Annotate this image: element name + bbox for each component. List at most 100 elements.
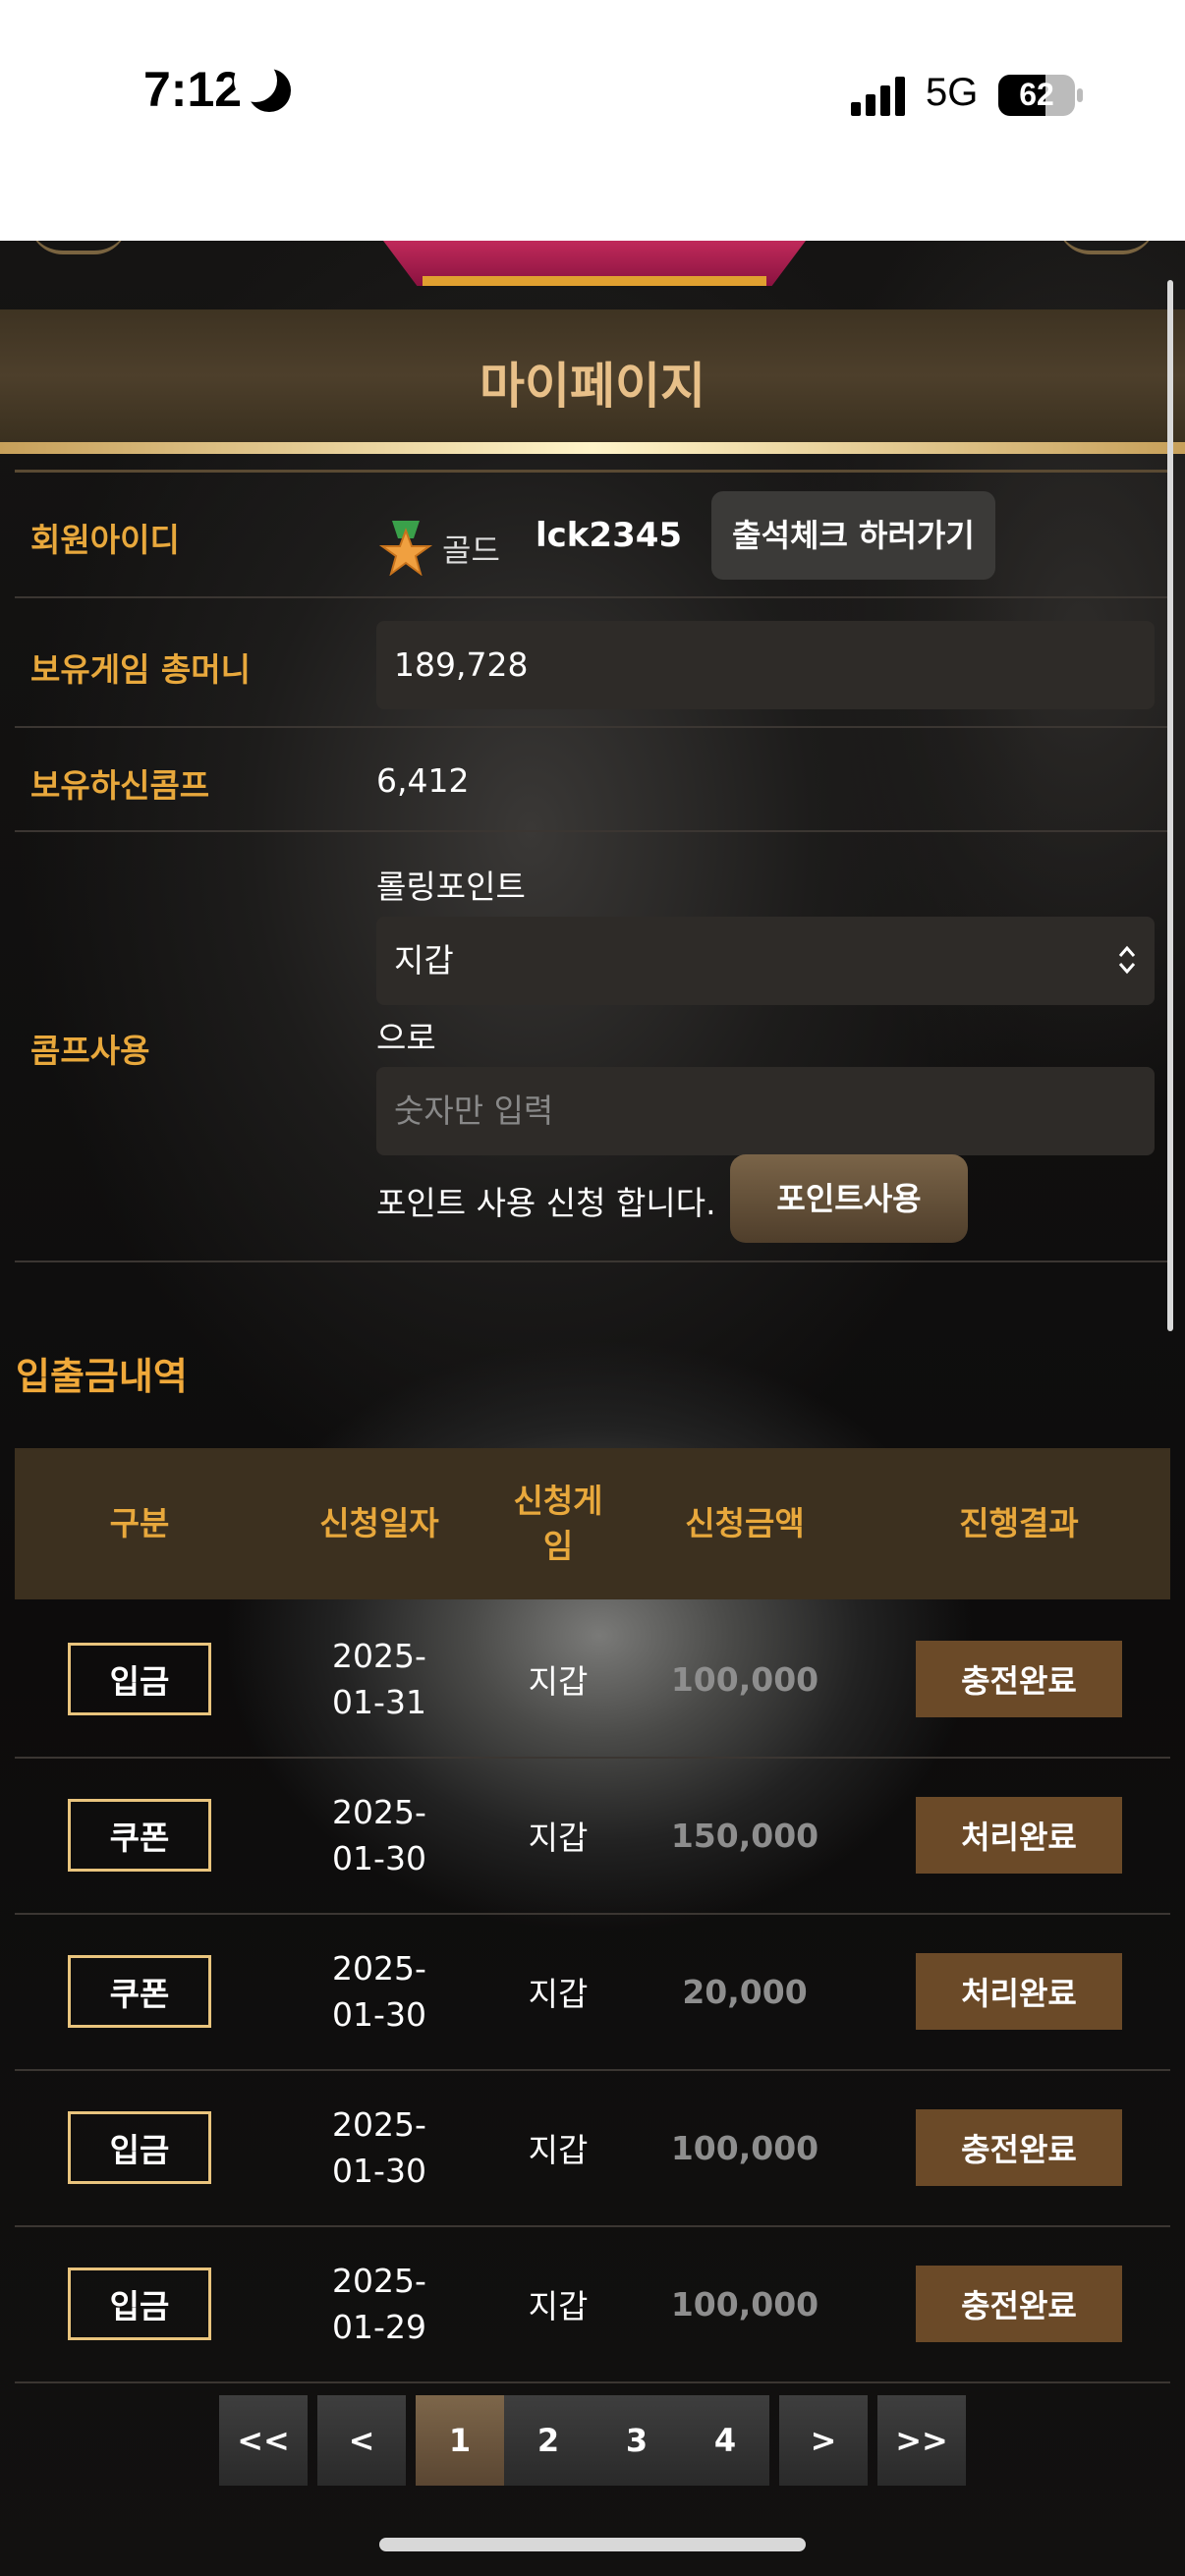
date-line1: 2025- [332,2105,426,2144]
point-amount-placeholder: 숫자만 입력 [394,1092,554,1130]
game-value: 지갑 [528,2287,589,2325]
money-label: 보유게임 총머니 [30,650,252,689]
date-line2: 01-29 [332,2308,426,2346]
wallet-select-value: 지갑 [394,941,454,980]
game-cell: 지갑 [494,1914,622,2069]
result-badge: 충전완료 [916,2266,1122,2342]
pagination-pages: 1 2 3 4 [416,2395,769,2486]
signal-icon [851,77,906,116]
date-line2: 01-30 [332,1995,426,2034]
page-prev-button[interactable]: < [317,2395,406,2486]
type-cell: 쿠폰 [15,1914,264,2069]
header-game-line1: 신청게 [513,1482,603,1520]
game-value: 지갑 [528,2131,589,2169]
type-cell: 입금 [15,2070,264,2225]
amount-cell: 100,000 [622,2070,868,2225]
date-cell: 2025- 01-30 [264,1758,494,1913]
comp-row: 보유하신콤프 [15,726,1170,832]
game-value: 지갑 [528,1662,589,1701]
type-cell: 쿠폰 [15,1758,264,1913]
result-cell: 처리완료 [868,1758,1170,1913]
amount-cell: 100,000 [622,2226,868,2381]
game-cell: 지갑 [494,2226,622,2381]
header-type: 구분 [109,1504,170,1542]
amount-value: 20,000 [682,1972,808,2011]
header-amount: 신청금액 [685,1504,805,1542]
type-cell: 입금 [15,2226,264,2381]
result-cell: 충전완료 [868,2226,1170,2381]
result-badge: 처리완료 [916,1953,1122,2030]
pagination-next-group: > [779,2395,868,2486]
type-badge: 쿠폰 [68,1955,211,2028]
history-row: 입금 2025- 01-31 지갑 100,000 충전완료 [15,1601,1170,1759]
type-badge: 입금 [68,1643,211,1715]
chevron-updown-icon [1118,945,1136,975]
result-badge: 처리완료 [916,1797,1122,1874]
battery-tip [1077,88,1083,102]
pagination-prev-group: < [317,2395,406,2486]
date-line1: 2025- [332,2262,426,2300]
page-next-button[interactable]: > [779,2395,868,2486]
type-cell: 입금 [15,1601,264,1757]
page-3-button[interactable]: 3 [592,2395,681,2486]
battery-level: 62 [1019,77,1054,112]
result-badge: 충전완료 [916,2109,1122,2186]
page-title: 마이페이지 [480,358,705,415]
point-amount-input[interactable]: 숫자만 입력 [376,1067,1155,1155]
history-title: 입출금내역 [16,1355,188,1398]
date-line1: 2025- [332,1793,426,1831]
network-type: 5G [926,71,979,114]
home-indicator[interactable] [379,2538,806,2551]
title-divider [0,442,1185,454]
point-use-button[interactable]: 포인트사용 [730,1154,968,1243]
page-4-button[interactable]: 4 [681,2395,769,2486]
amount-cell: 150,000 [622,1758,868,1913]
amount-cell: 20,000 [622,1914,868,2069]
date-line2: 01-31 [332,1683,426,1721]
site-logo[interactable] [383,241,806,286]
type-badge: 입금 [68,2268,211,2340]
header-game-line2: 임 [542,1527,574,1565]
page-title-bar: 마이페이지 [0,309,1185,442]
game-value: 지갑 [528,1819,589,1857]
scrollbar[interactable] [1167,280,1173,1331]
page-1-button[interactable]: 1 [416,2395,504,2486]
attendance-button[interactable]: 출석체크 하러가기 [711,491,995,580]
type-badge: 쿠폰 [68,1799,211,1872]
battery-icon: 62 [998,75,1075,116]
date-line2: 01-30 [332,1839,426,1877]
comp-value: 6,412 [376,761,470,800]
star-medal-icon [378,521,433,576]
date-line1: 2025- [332,1949,426,1988]
result-cell: 충전완료 [868,2070,1170,2225]
result-cell: 충전완료 [868,1601,1170,1757]
page-2-button[interactable]: 2 [504,2395,592,2486]
date-cell: 2025- 01-30 [264,1914,494,2069]
member-id-label: 회원아이디 [30,521,180,559]
amount-value: 150,000 [670,1816,819,1855]
history-row: 쿠폰 2025- 01-30 지갑 150,000 처리완료 [15,1758,1170,1915]
header-game: 신청게 임 [494,1448,622,1599]
point-apply-text: 포인트 사용 신청 합니다. [376,1184,716,1222]
type-badge: 입금 [68,2111,211,2184]
amount-cell: 100,000 [622,1601,868,1757]
date-cell: 2025- 01-31 [264,1601,494,1757]
comp-label: 보유하신콤프 [30,766,210,805]
status-time: 7:12 [143,62,243,117]
date-cell: 2025- 01-30 [264,2070,494,2225]
amount-value: 100,000 [670,2284,819,2324]
history-row: 쿠폰 2025- 01-30 지갑 20,000 처리완료 [15,1914,1170,2071]
pagination: << [219,2395,308,2486]
moon-icon [234,59,291,112]
page-first-button[interactable]: << [219,2395,308,2486]
wallet-select[interactable]: 지갑 [376,917,1155,1005]
game-value: 지갑 [528,1975,589,2013]
amount-value: 100,000 [670,1659,819,1699]
history-row: 입금 2025- 01-30 지갑 100,000 충전완료 [15,2070,1170,2227]
rolling-point-label: 롤링포인트 [376,868,526,906]
date-line1: 2025- [332,1637,426,1675]
result-badge: 충전완료 [916,1641,1122,1717]
result-cell: 처리완료 [868,1914,1170,2069]
page-last-button[interactable]: >> [877,2395,966,2486]
game-cell: 지갑 [494,1601,622,1757]
